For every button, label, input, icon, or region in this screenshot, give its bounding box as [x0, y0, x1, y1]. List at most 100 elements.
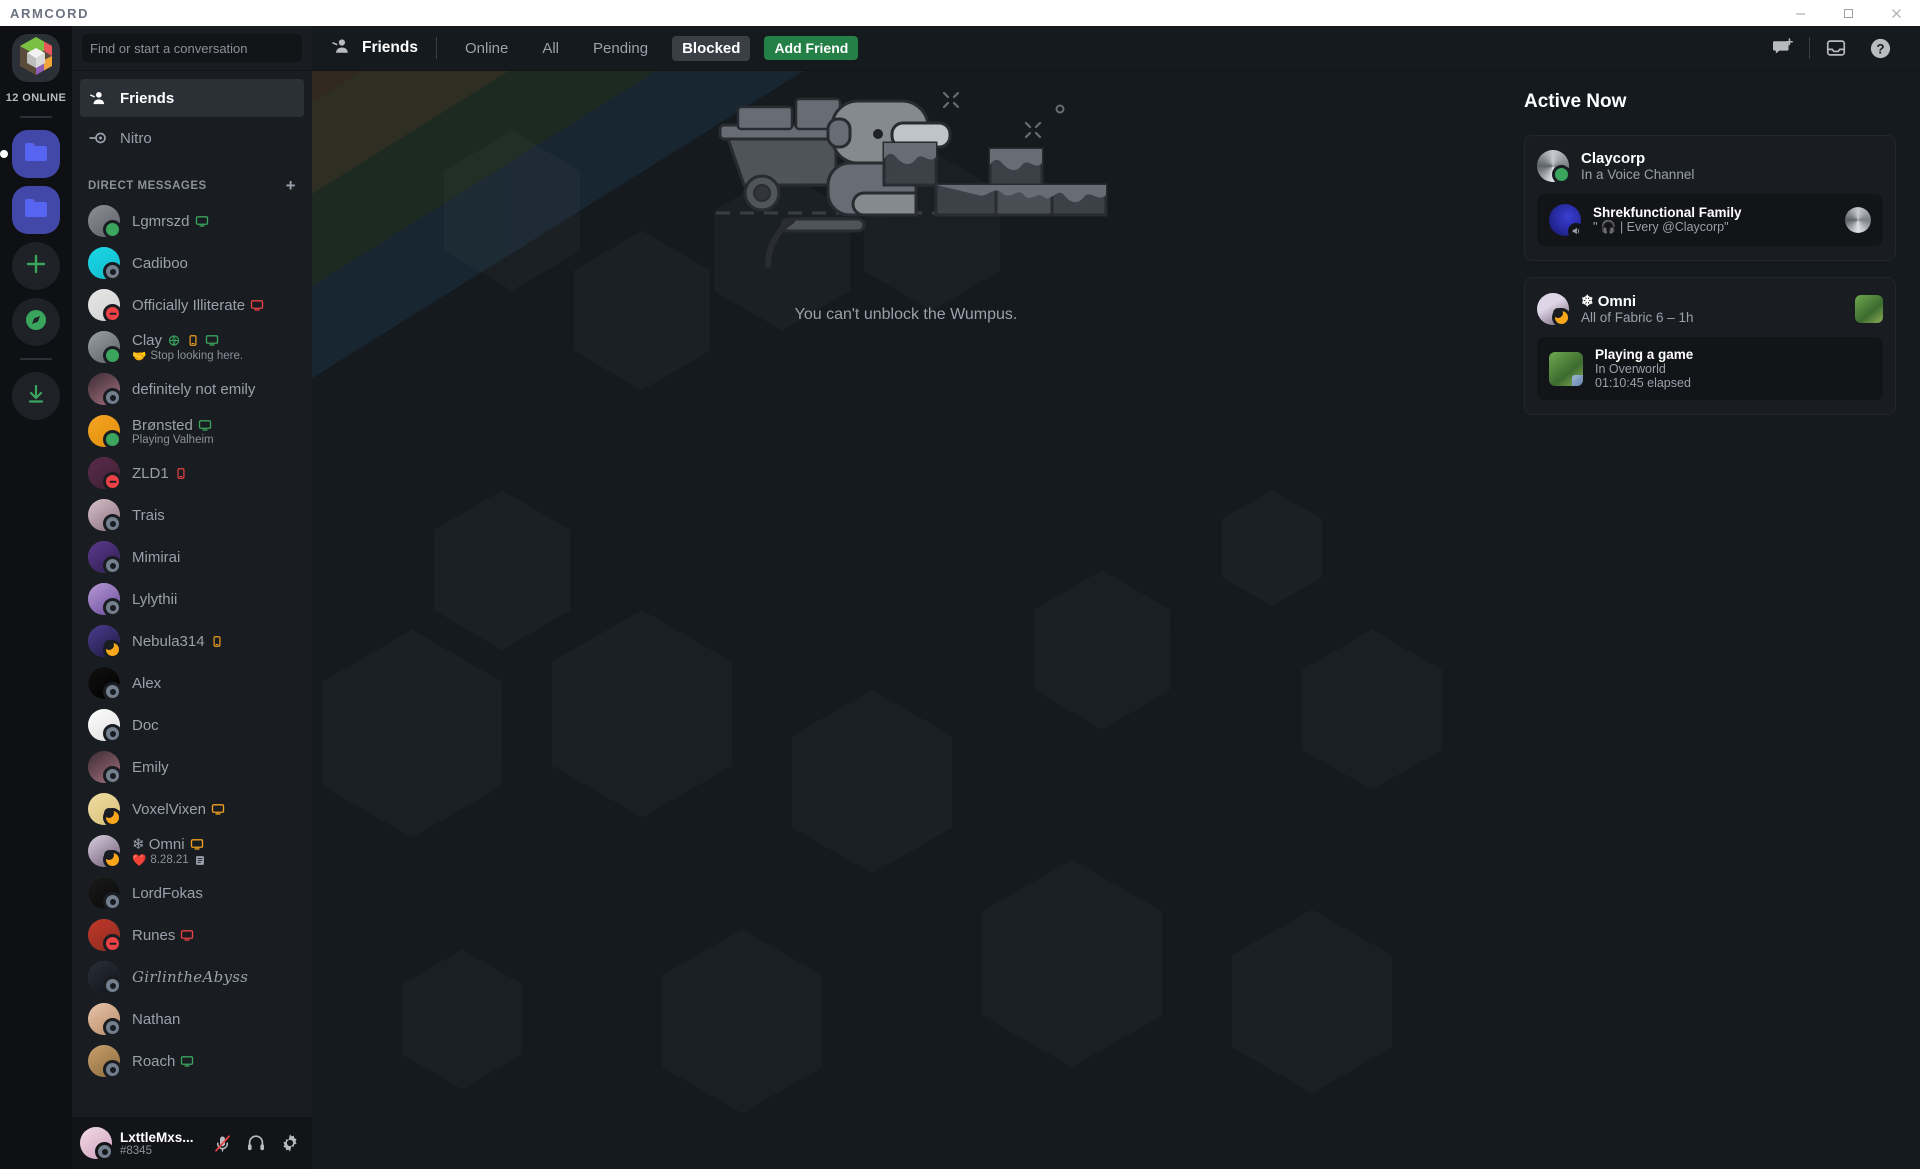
avatar[interactable]	[88, 541, 120, 573]
avatar[interactable]	[88, 583, 120, 615]
avatar[interactable]	[88, 1003, 120, 1035]
compass-icon	[24, 308, 48, 337]
game-thumbnail	[1549, 352, 1583, 386]
active-now-card[interactable]: Claycorp In a Voice Channel	[1524, 135, 1896, 261]
dm-list-item[interactable]: GirlintheAbyss	[80, 956, 304, 998]
dm-list-item[interactable]: Brønsted Playing Valheim	[80, 410, 304, 452]
dm-list-item[interactable]: Nebula314	[80, 620, 304, 662]
status-badge	[103, 220, 122, 239]
avatar[interactable]	[88, 331, 120, 363]
deafen-button[interactable]	[242, 1129, 270, 1157]
dm-list-item[interactable]: Nathan	[80, 998, 304, 1040]
avatar[interactable]	[88, 709, 120, 741]
dm-list-item[interactable]: Doc	[80, 704, 304, 746]
empty-state-content: You can't unblock the Wumpus.	[312, 71, 1500, 484]
avatar[interactable]	[88, 289, 120, 321]
dm-list-item[interactable]: Lgmrszd	[80, 200, 304, 242]
new-group-dm-icon[interactable]	[1761, 26, 1805, 71]
maximize-button[interactable]	[1824, 0, 1872, 26]
avatar[interactable]	[88, 961, 120, 993]
dm-list-item[interactable]: ZLD1	[80, 452, 304, 494]
dm-list-item[interactable]: Cadiboo	[80, 242, 304, 284]
username-label: LxttleMxs...	[120, 1130, 200, 1145]
dm-username: LordFokas	[132, 885, 203, 902]
avatar[interactable]	[1537, 150, 1569, 182]
dm-list-item[interactable]: Roach	[80, 1040, 304, 1082]
dm-list-item[interactable]: LordFokas	[80, 872, 304, 914]
dm-list-item[interactable]: definitely not emily	[80, 368, 304, 410]
page-title: Friends	[330, 35, 418, 62]
dm-list-item[interactable]: Emily	[80, 746, 304, 788]
dm-username: Runes	[132, 927, 194, 944]
avatar[interactable]	[88, 499, 120, 531]
minimize-button[interactable]	[1776, 0, 1824, 26]
dm-status-text: 🤝 Stop looking here.	[132, 349, 243, 363]
avatar[interactable]	[1537, 293, 1569, 325]
server-folder-2[interactable]	[12, 186, 60, 234]
avatar[interactable]	[88, 1045, 120, 1077]
add-server-button[interactable]	[12, 242, 60, 290]
dm-list-item[interactable]: VoxelVixen	[80, 788, 304, 830]
avatar[interactable]	[88, 625, 120, 657]
tab-pending[interactable]: Pending	[583, 36, 658, 61]
sidebar-item-friends[interactable]: Friends	[80, 79, 304, 117]
search-input[interactable]: Find or start a conversation	[82, 34, 302, 62]
avatar[interactable]	[88, 877, 120, 909]
avatar[interactable]	[88, 667, 120, 699]
dm-list[interactable]: Friends Nitro DIRECT MESSAGES + Lgmrszd …	[72, 71, 312, 1117]
desktop-icon	[205, 335, 219, 346]
dm-list-item[interactable]: Trais	[80, 494, 304, 536]
dm-username: Mimirai	[132, 549, 180, 566]
add-dm-icon[interactable]: +	[286, 177, 296, 194]
avatar[interactable]	[88, 373, 120, 405]
status-badge	[103, 388, 122, 407]
avatar[interactable]	[88, 835, 120, 867]
avatar[interactable]	[88, 415, 120, 447]
dm-list-item[interactable]: Alex	[80, 662, 304, 704]
explore-servers-button[interactable]	[12, 298, 60, 346]
voice-channel-card[interactable]: Shrekfunctional Family " 🎧 | Every @Clay…	[1537, 194, 1883, 246]
tab-online[interactable]: Online	[455, 36, 518, 61]
status-badge	[103, 346, 122, 365]
mute-microphone-button[interactable]	[208, 1129, 236, 1157]
page-title-label: Friends	[362, 39, 418, 57]
dm-list-item[interactable]: Lylythii	[80, 578, 304, 620]
status-badge	[103, 472, 122, 491]
dm-list-item[interactable]: Clay 🤝 Stop looking here.	[80, 326, 304, 368]
game-activity-card[interactable]: Playing a game In Overworld 01:10:45 ela…	[1537, 337, 1883, 400]
avatar[interactable]	[88, 751, 120, 783]
dm-list-item[interactable]: Runes	[80, 914, 304, 956]
dm-username: Trais	[132, 507, 165, 524]
avatar[interactable]	[88, 793, 120, 825]
unread-pill	[0, 150, 8, 158]
status-badge	[95, 1142, 114, 1161]
discord-home-icon	[14, 34, 58, 82]
tab-all[interactable]: All	[532, 36, 569, 61]
dm-username: Alex	[132, 675, 161, 692]
close-button[interactable]	[1872, 0, 1920, 26]
download-apps-button[interactable]	[12, 372, 60, 420]
home-button[interactable]	[12, 34, 60, 82]
avatar[interactable]	[88, 247, 120, 279]
add-friend-button[interactable]: Add Friend	[764, 36, 858, 60]
dm-list-item[interactable]: Mimirai	[80, 536, 304, 578]
direct-messages-header: DIRECT MESSAGES +	[80, 159, 304, 200]
sidebar-item-nitro[interactable]: Nitro	[80, 119, 304, 157]
avatar[interactable]	[88, 457, 120, 489]
inbox-icon[interactable]	[1814, 26, 1858, 71]
folder-icon	[23, 197, 49, 224]
tab-blocked[interactable]: Blocked	[672, 36, 750, 61]
user-identity[interactable]: LxttleMxs... #8345	[120, 1130, 200, 1157]
help-icon[interactable]: ?	[1858, 26, 1902, 71]
blocked-empty-state: You can't unblock the Wumpus.	[312, 71, 1500, 1169]
avatar[interactable]	[80, 1127, 112, 1159]
dm-username: ❄ Omni	[132, 835, 207, 853]
dm-list-item[interactable]: ❄ Omni ❤️ 8.28.21	[80, 830, 304, 872]
dm-list-item[interactable]: Officially Illiterate	[80, 284, 304, 326]
avatar[interactable]	[88, 919, 120, 951]
sidebar-item-label: Nitro	[120, 130, 152, 147]
server-folder-1[interactable]	[12, 130, 60, 178]
active-now-card[interactable]: ❄ Omni All of Fabric 6 – 1h	[1524, 277, 1896, 415]
user-settings-button[interactable]	[276, 1129, 304, 1157]
avatar[interactable]	[88, 205, 120, 237]
